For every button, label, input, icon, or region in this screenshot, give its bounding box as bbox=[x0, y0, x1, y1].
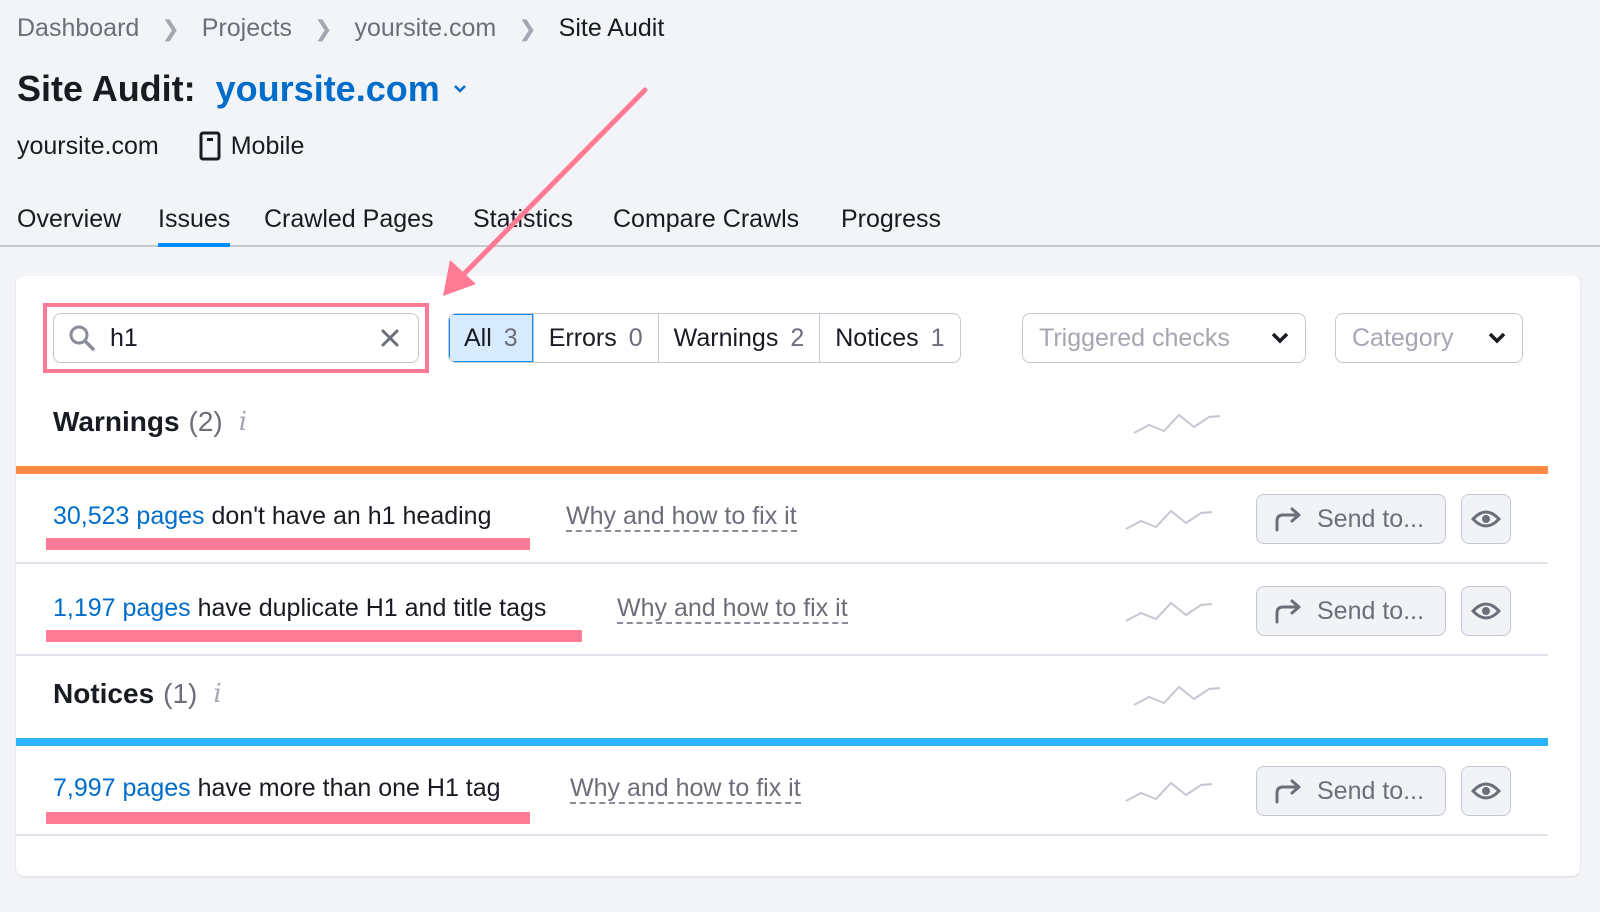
pages-count-link[interactable]: 30,523 pages bbox=[53, 502, 205, 530]
breadcrumb-current: Site Audit bbox=[558, 14, 665, 42]
annotation-underline bbox=[46, 812, 530, 824]
filter-warnings[interactable]: Warnings 2 bbox=[657, 314, 820, 362]
hide-issue-button[interactable] bbox=[1461, 494, 1511, 544]
share-arrow-icon bbox=[1275, 599, 1301, 624]
trend-sparkline bbox=[1125, 781, 1213, 802]
device-label: Mobile bbox=[230, 131, 305, 160]
tab-progress[interactable]: Progress bbox=[841, 200, 941, 247]
issue-row: 1,197 pages have duplicate H1 and title … bbox=[16, 566, 1548, 656]
tab-bar: Overview Issues Crawled Pages Statistics… bbox=[0, 200, 1600, 247]
tab-issues[interactable]: Issues bbox=[158, 200, 231, 247]
filter-notices[interactable]: Notices 1 bbox=[819, 314, 959, 362]
breadcrumb-site[interactable]: yoursite.com bbox=[355, 14, 497, 43]
section-title: Warnings bbox=[53, 406, 180, 437]
filter-errors[interactable]: Errors 0 bbox=[532, 314, 658, 362]
issue-type-filter: All 3 Errors 0 Warnings 2 Notices 1 bbox=[448, 313, 961, 363]
clear-icon[interactable] bbox=[380, 328, 400, 348]
chevron-right-icon: ❯ bbox=[161, 15, 180, 41]
why-fix-link[interactable]: Why and how to fix it bbox=[566, 502, 797, 532]
pages-count-link[interactable]: 1,197 pages bbox=[53, 594, 191, 622]
filter-label: Warnings bbox=[673, 323, 779, 352]
search-icon bbox=[69, 325, 95, 351]
annotation-underline bbox=[46, 630, 582, 642]
issue-text: have duplicate H1 and title tags bbox=[190, 594, 547, 622]
section-title: Notices bbox=[53, 678, 155, 709]
breadcrumb-projects[interactable]: Projects bbox=[202, 14, 292, 43]
section-header-warnings: Warnings (2) i bbox=[53, 406, 247, 438]
tab-overview[interactable]: Overview bbox=[17, 200, 121, 247]
send-to-label: Send to... bbox=[1317, 596, 1425, 625]
chevron-down-icon[interactable] bbox=[452, 81, 468, 97]
eye-icon bbox=[1471, 602, 1501, 620]
chevron-down-icon bbox=[1488, 332, 1506, 344]
eye-icon bbox=[1471, 782, 1501, 800]
tab-compare-crawls[interactable]: Compare Crawls bbox=[613, 200, 799, 247]
section-header-notices: Notices (1) i bbox=[53, 678, 222, 710]
search-value[interactable]: h1 bbox=[110, 324, 380, 353]
info-icon[interactable]: i bbox=[239, 407, 247, 437]
dropdown-label: Category bbox=[1352, 323, 1454, 352]
filter-label: Notices bbox=[835, 323, 919, 352]
issue-text: have more than one H1 tag bbox=[190, 774, 501, 802]
issue-description: 30,523 pages don't have an h1 heading bbox=[53, 502, 492, 531]
mobile-icon bbox=[199, 131, 221, 161]
pages-count-link[interactable]: 7,997 pages bbox=[53, 774, 191, 802]
filter-count: 2 bbox=[790, 323, 805, 352]
chevron-down-icon bbox=[1271, 332, 1289, 344]
chevron-right-icon: ❯ bbox=[518, 15, 537, 41]
why-fix-link[interactable]: Why and how to fix it bbox=[570, 774, 801, 804]
issue-description: 7,997 pages have more than one H1 tag bbox=[53, 774, 501, 803]
filter-count: 3 bbox=[503, 323, 518, 352]
device-indicator: Mobile bbox=[199, 131, 305, 161]
send-to-button[interactable]: Send to... bbox=[1256, 494, 1446, 544]
page-title: Site Audit: yoursite.com bbox=[17, 68, 468, 110]
filter-all[interactable]: All 3 bbox=[449, 314, 533, 362]
category-dropdown[interactable]: Category bbox=[1335, 313, 1523, 363]
eye-icon bbox=[1471, 510, 1501, 528]
dropdown-label: Triggered checks bbox=[1039, 323, 1230, 352]
send-to-label: Send to... bbox=[1317, 776, 1425, 805]
tab-statistics[interactable]: Statistics bbox=[473, 200, 573, 247]
project-selector[interactable]: yoursite.com bbox=[216, 68, 440, 110]
chevron-right-icon: ❯ bbox=[314, 15, 333, 41]
issue-row: 30,523 pages don't have an h1 heading Wh… bbox=[16, 474, 1548, 564]
trend-sparkline bbox=[1125, 509, 1213, 530]
domain-label: yoursite.com bbox=[17, 131, 159, 160]
notices-color-bar bbox=[16, 738, 1548, 746]
search-input[interactable]: h1 bbox=[53, 313, 419, 363]
project-meta: yoursite.com Mobile bbox=[17, 131, 304, 161]
trend-sparkline bbox=[1133, 685, 1221, 706]
issues-card: h1 All 3 Errors 0 Warnings 2 Notices 1 Trigg… bbox=[16, 276, 1580, 876]
title-prefix: Site Audit: bbox=[17, 68, 196, 109]
annotation-underline bbox=[46, 538, 530, 550]
info-icon[interactable]: i bbox=[213, 679, 221, 709]
send-to-button[interactable]: Send to... bbox=[1256, 586, 1446, 636]
send-to-button[interactable]: Send to... bbox=[1256, 766, 1446, 816]
filter-label: All bbox=[464, 323, 492, 352]
hide-issue-button[interactable] bbox=[1461, 586, 1511, 636]
why-fix-link[interactable]: Why and how to fix it bbox=[617, 594, 848, 624]
issue-text: don't have an h1 heading bbox=[204, 502, 492, 530]
share-arrow-icon bbox=[1275, 507, 1301, 532]
share-arrow-icon bbox=[1275, 779, 1301, 804]
triggered-checks-dropdown[interactable]: Triggered checks bbox=[1022, 313, 1306, 363]
filter-count: 1 bbox=[930, 323, 945, 352]
hide-issue-button[interactable] bbox=[1461, 766, 1511, 816]
breadcrumb-dashboard[interactable]: Dashboard bbox=[17, 14, 139, 43]
warnings-color-bar bbox=[16, 466, 1548, 474]
trend-sparkline bbox=[1133, 413, 1221, 434]
filter-label: Errors bbox=[548, 323, 617, 352]
issue-description: 1,197 pages have duplicate H1 and title … bbox=[53, 594, 546, 623]
section-count: (2) bbox=[188, 406, 223, 437]
breadcrumb: Dashboard ❯ Projects ❯ yoursite.com ❯ Si… bbox=[17, 14, 664, 43]
section-count: (1) bbox=[163, 678, 198, 709]
issue-row: 7,997 pages have more than one H1 tag Wh… bbox=[16, 746, 1548, 836]
send-to-label: Send to... bbox=[1317, 504, 1425, 533]
tab-crawled-pages[interactable]: Crawled Pages bbox=[264, 200, 434, 247]
trend-sparkline bbox=[1125, 601, 1213, 622]
filter-count: 0 bbox=[628, 323, 643, 352]
